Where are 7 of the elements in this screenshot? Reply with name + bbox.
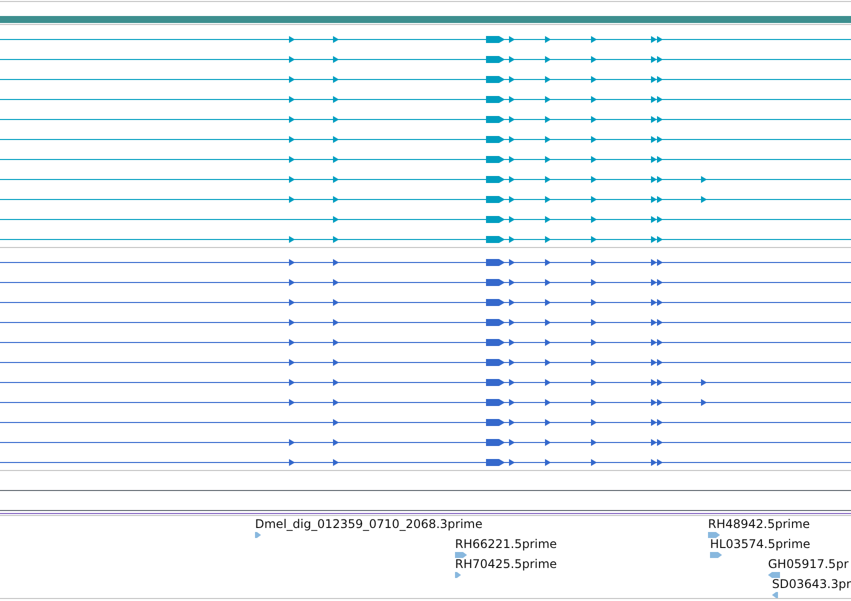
feature-label: Dmel_dig_012359_0710_2068.3prime — [255, 517, 483, 531]
feature-label: RH70425.5prime — [455, 557, 557, 571]
feature-label: SD03643.3pr — [772, 577, 851, 591]
feature-label: GH05917.5pr — [768, 557, 848, 571]
feature-label: RH48942.5prime — [708, 517, 810, 531]
feature-label: RH66221.5prime — [455, 537, 557, 551]
feature-label: HL03574.5prime — [710, 537, 810, 551]
